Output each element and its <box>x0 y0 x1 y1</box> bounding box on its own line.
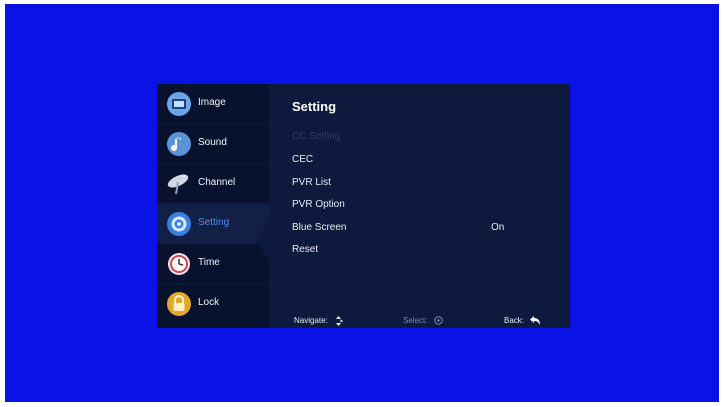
option-pvr-list[interactable]: PVR List <box>292 177 552 193</box>
option-label: Reset <box>292 244 319 255</box>
sidebar-item-time[interactable]: Time <box>157 244 269 284</box>
satellite-dish-icon <box>167 174 189 195</box>
lock-icon <box>167 292 191 316</box>
navigate-arrows-icon <box>336 316 344 326</box>
option-label: PVR List <box>292 177 331 188</box>
osd-menu: Image Sound Channel Setting Time Lock Se… <box>157 84 570 328</box>
footer-navigate-hint: Navigate: <box>294 316 344 326</box>
sidebar-item-image[interactable]: Image <box>157 84 269 124</box>
option-label: Blue Screen <box>292 222 347 233</box>
option-value: On <box>491 222 505 233</box>
clock-icon <box>168 253 190 275</box>
sidebar: Image Sound Channel Setting Time Lock <box>157 84 269 328</box>
option-blue-screen[interactable]: Blue Screen On <box>292 222 552 238</box>
sidebar-item-setting[interactable]: Setting <box>157 204 269 244</box>
sidebar-item-label: Time <box>198 257 220 268</box>
navigate-label: Navigate: <box>294 316 328 326</box>
sidebar-item-label: Setting <box>198 217 230 228</box>
footer-back-hint: Back: <box>504 316 541 326</box>
sidebar-item-label: Channel <box>198 177 236 188</box>
settings-icon <box>167 212 191 236</box>
page-title: Setting <box>292 99 337 114</box>
back-label: Back: <box>504 316 525 325</box>
option-reset[interactable]: Reset <box>292 244 552 260</box>
sidebar-item-label: Image <box>198 97 226 108</box>
option-label: PVR Option <box>292 199 345 210</box>
sidebar-item-label: Lock <box>198 297 220 308</box>
selection-pointer <box>255 220 269 260</box>
settings-content: Setting CC Setting CEC PVR List PVR Opti… <box>269 84 570 328</box>
back-arrow-icon <box>530 316 541 326</box>
sidebar-item-label: Sound <box>198 137 227 148</box>
music-note-icon <box>167 132 191 156</box>
footer-select-hint: Select: <box>403 316 443 326</box>
select-label: Select: <box>403 316 428 325</box>
sidebar-item-sound[interactable]: Sound <box>157 124 269 164</box>
sidebar-item-lock[interactable]: Lock <box>157 284 269 324</box>
option-label: CC Setting <box>292 131 341 142</box>
image-icon <box>167 92 191 116</box>
sidebar-item-channel[interactable]: Channel <box>157 164 269 204</box>
ok-button-icon <box>434 316 443 326</box>
option-label: CEC <box>292 154 314 165</box>
option-cec[interactable]: CEC <box>292 154 552 170</box>
option-pvr-option[interactable]: PVR Option <box>292 199 552 215</box>
option-cc-setting: CC Setting <box>292 131 552 147</box>
tv-screen: Image Sound Channel Setting Time Lock Se… <box>5 4 719 402</box>
